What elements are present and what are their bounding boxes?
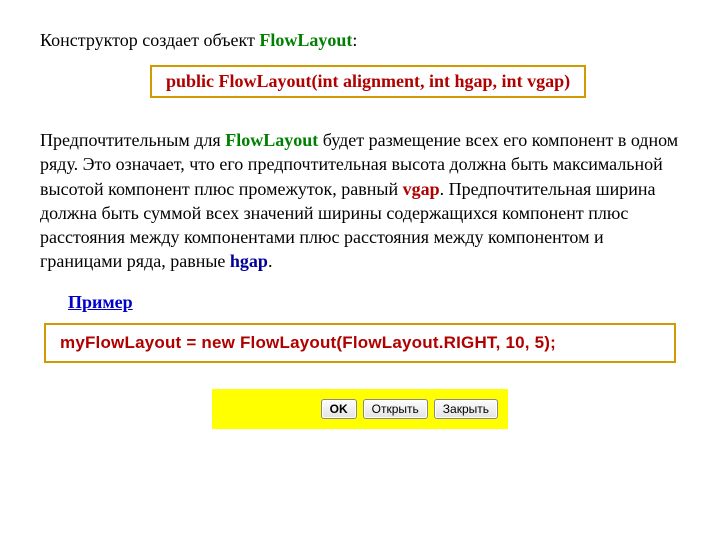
- intro-prefix: Конструктор создает объект: [40, 30, 259, 50]
- close-button[interactable]: Закрыть: [434, 399, 498, 419]
- para-vgap: vgap: [403, 179, 440, 199]
- ok-button[interactable]: OK: [321, 399, 357, 419]
- code-example-box: myFlowLayout = new FlowLayout(FlowLayout…: [44, 323, 676, 363]
- para-hgap: hgap: [230, 251, 268, 271]
- intro-line: Конструктор создает объект FlowLayout:: [40, 30, 680, 51]
- intro-suffix: :: [352, 30, 357, 50]
- para-flowlayout: FlowLayout: [225, 130, 318, 150]
- description-paragraph: Предпочтительным для FlowLayout будет ра…: [40, 128, 680, 274]
- open-button[interactable]: Открыть: [363, 399, 428, 419]
- demo-panel: OK Открыть Закрыть: [212, 389, 508, 429]
- example-heading: Пример: [68, 292, 133, 313]
- intro-classname: FlowLayout: [259, 30, 352, 50]
- code-example: myFlowLayout = new FlowLayout(FlowLayout…: [60, 333, 556, 352]
- constructor-signature: public FlowLayout(int alignment, int hga…: [166, 71, 570, 91]
- para-t1: Предпочтительным для: [40, 130, 225, 150]
- para-t4: .: [268, 251, 273, 271]
- constructor-signature-box: public FlowLayout(int alignment, int hga…: [150, 65, 586, 98]
